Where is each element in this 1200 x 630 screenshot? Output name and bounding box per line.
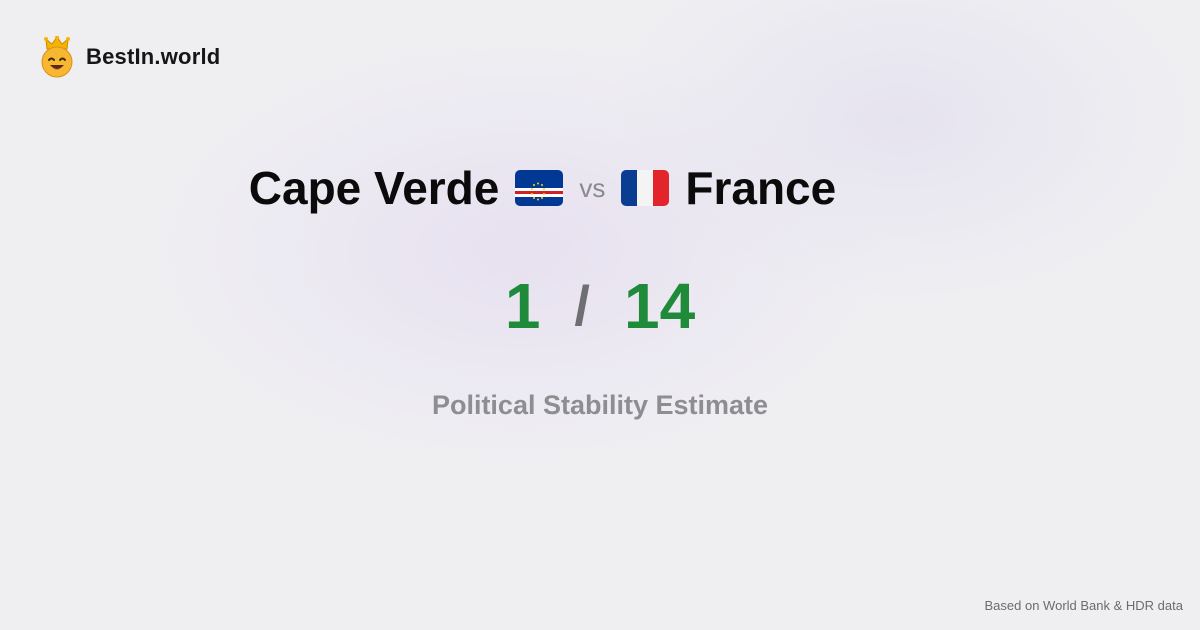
cape-verde-flag-icon bbox=[515, 170, 564, 206]
left-country-name[interactable]: Cape Verde bbox=[249, 158, 500, 218]
right-country-name[interactable]: France bbox=[685, 158, 836, 218]
right-rank-value: 14 bbox=[623, 270, 696, 342]
metric-label: Political Stability Estimate bbox=[431, 390, 769, 420]
vs-label: vs bbox=[579, 173, 606, 203]
left-rank-value: 1 bbox=[504, 270, 541, 342]
crowned-smiley-icon bbox=[41, 36, 73, 78]
brand[interactable]: BestIn.world bbox=[38, 36, 220, 78]
rank-scores: 1 / 14 bbox=[0, 268, 1200, 344]
rank-separator: / bbox=[574, 274, 590, 337]
brand-name: BestIn.world bbox=[86, 44, 221, 69]
data-source-note: Based on World Bank & HDR data bbox=[984, 598, 1183, 613]
country-matchup: Cape Verde vs France bbox=[0, 158, 1085, 218]
france-flag-icon bbox=[621, 170, 670, 206]
